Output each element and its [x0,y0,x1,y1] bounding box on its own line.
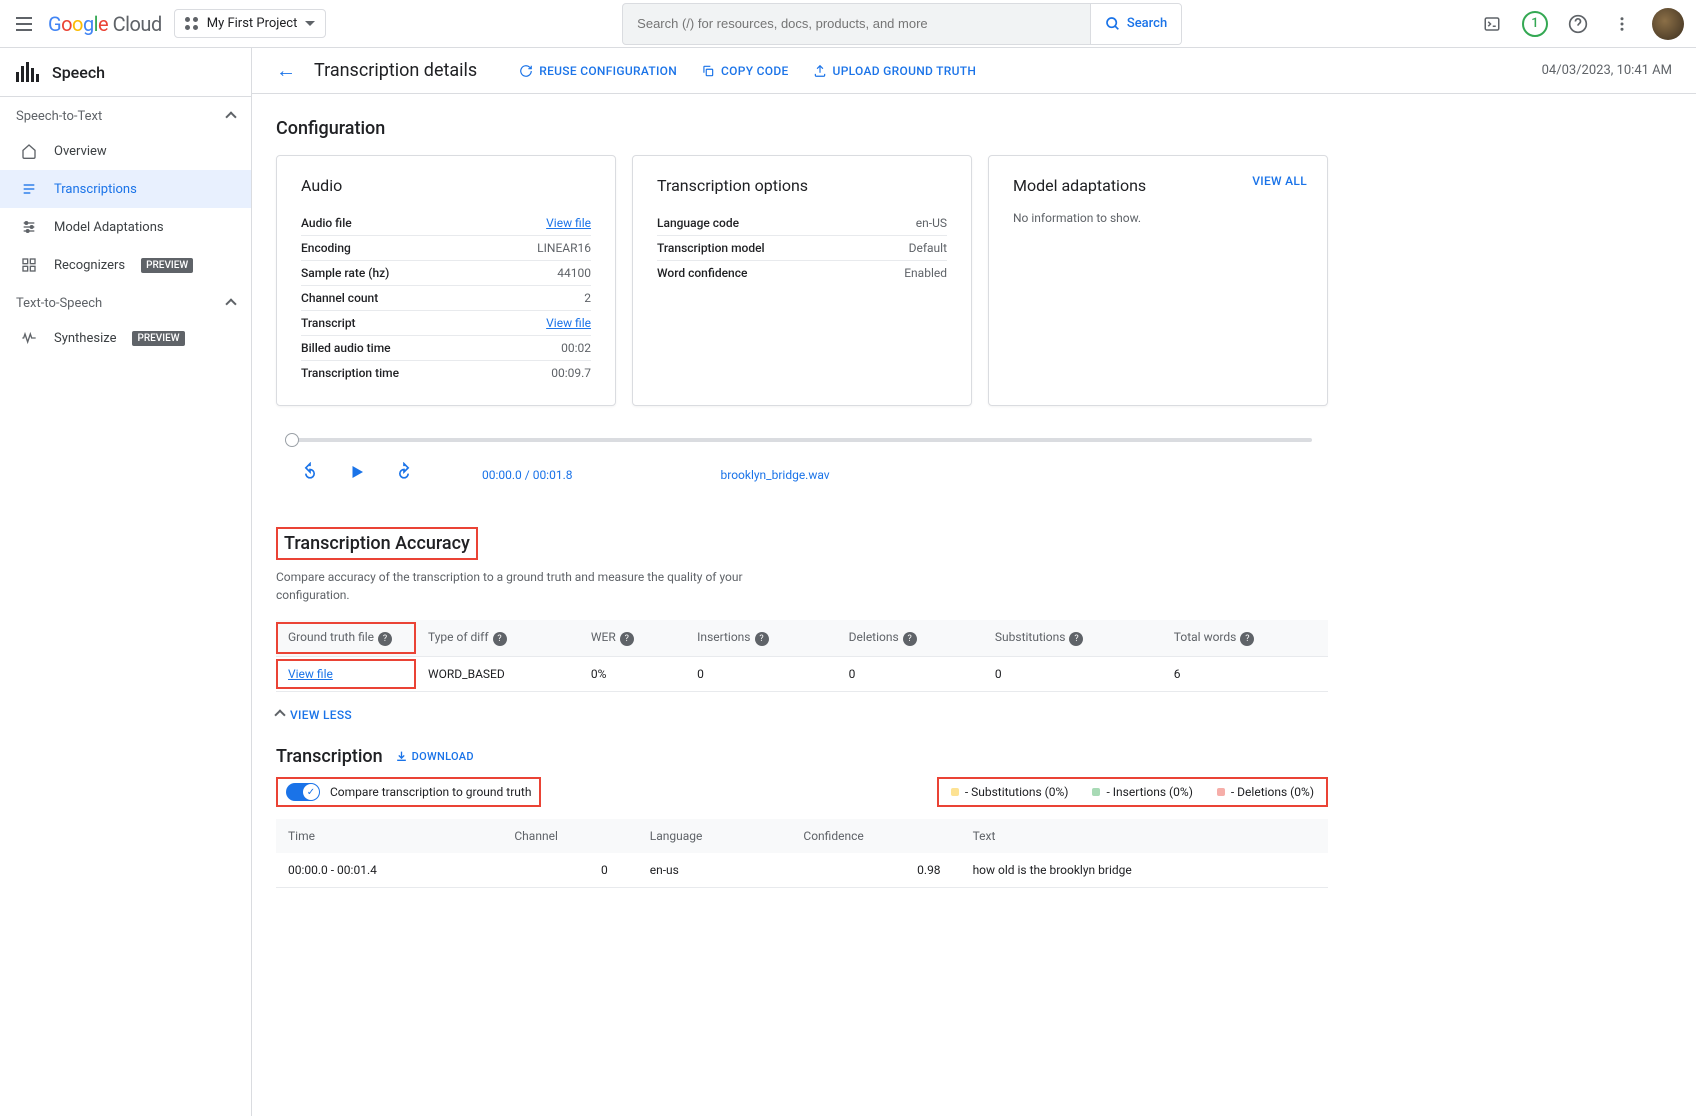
grid-icon [20,256,38,274]
google-cloud-logo[interactable]: Google Cloud [48,12,162,36]
config-title: Configuration [276,118,1328,139]
search-icon [1105,16,1121,32]
adaptations-card: Model adaptations VIEW ALL No informatio… [988,155,1328,406]
upload-icon [813,64,827,78]
search-wrap: Search [338,3,1466,45]
sidebar-section-stt[interactable]: Speech-to-Text [0,97,251,132]
help-icon[interactable]: ? [1240,632,1254,646]
sidebar-item-transcriptions[interactable]: Transcriptions [0,170,251,208]
sidebar-product-header[interactable]: Speech [0,48,251,97]
menu-icon[interactable] [12,12,36,36]
audio-player: 00:00.0 / 00:01.8 brooklyn_bridge.wav [276,438,1328,487]
no-info-text: No information to show. [1013,211,1303,225]
copy-code-button[interactable]: COPY CODE [701,64,789,78]
sidebar-section-tts[interactable]: Text-to-Speech [0,284,251,319]
project-icon [185,17,199,31]
play-icon[interactable] [348,463,366,486]
wave-icon [20,329,38,347]
accuracy-desc: Compare accuracy of the transcription to… [276,568,776,604]
legend-del: - Deletions (0%) [1217,785,1314,799]
player-thumb[interactable] [285,433,299,447]
download-button[interactable]: DOWNLOAD [395,750,474,763]
accuracy-title-highlight: Transcription Accuracy [276,527,478,560]
gt-header-highlight: Ground truth file? [276,622,416,654]
ground-truth-link[interactable]: View file [288,667,333,681]
compare-toggle-highlight: Compare transcription to ground truth [276,777,541,807]
page-title: Transcription details [314,60,477,81]
options-card-title: Transcription options [657,176,947,195]
project-picker[interactable]: My First Project [174,9,327,38]
sidebar-item-synthesize[interactable]: Synthesize PREVIEW [0,319,251,357]
options-card: Transcription options Language codeen-US… [632,155,972,406]
help-icon[interactable]: ? [378,632,392,646]
chevron-up-icon [274,709,285,720]
caret-down-icon [305,21,315,26]
avatar[interactable] [1652,8,1684,40]
help-icon[interactable]: ? [903,632,917,646]
table-row: 00:00.0 - 00:01.4 0 en-us 0.98 how old i… [276,853,1328,888]
transcription-table: Time Channel Language Confidence Text 00… [276,819,1328,888]
content: ← Transcription details REUSE CONFIGURAT… [252,48,1696,1116]
search-input[interactable] [623,6,1090,41]
chevron-up-icon [225,298,236,309]
home-icon [20,142,38,160]
legend-ins: - Insertions (0%) [1092,785,1192,799]
audio-file-link[interactable]: View file [546,216,591,230]
download-icon [395,750,408,763]
accuracy-title: Transcription Accuracy [284,533,470,554]
speech-icon [16,62,40,82]
accuracy-table: Ground truth file? Type of diff? WER? In… [276,620,1328,692]
topbar-right: 1 [1478,8,1684,40]
help-icon[interactable]: ? [755,632,769,646]
search-box: Search [622,3,1182,45]
sidebar-item-overview[interactable]: Overview [0,132,251,170]
page-header: ← Transcription details REUSE CONFIGURAT… [252,48,1696,94]
audio-card-title: Audio [301,176,591,195]
sidebar: Speech Speech-to-Text Overview Transcrip… [0,48,252,1116]
help-icon[interactable]: ? [620,632,634,646]
player-track[interactable] [292,438,1312,442]
compare-toggle[interactable] [286,783,320,801]
player-time: 00:00.0 / 00:01.8 [482,468,573,482]
help-icon[interactable]: ? [1069,632,1083,646]
tune-icon [20,218,38,236]
replay-back-icon[interactable] [300,462,320,487]
list-icon [20,180,38,198]
preview-badge: PREVIEW [132,331,184,346]
compare-label: Compare transcription to ground truth [330,785,531,799]
copy-icon [701,64,715,78]
cloud-shell-icon[interactable] [1478,10,1506,38]
upload-ground-truth-button[interactable]: UPLOAD GROUND TRUTH [813,64,977,78]
preview-badge: PREVIEW [141,258,193,273]
replay-forward-icon[interactable] [394,462,414,487]
transcription-title: Transcription [276,746,383,767]
view-less-button[interactable]: VIEW LESS [276,708,1328,722]
transcript-link[interactable]: View file [546,316,591,330]
legend-sub: - Substitutions (0%) [951,785,1069,799]
chevron-up-icon [225,111,236,122]
sidebar-item-model-adaptations[interactable]: Model Adaptations [0,208,251,246]
reuse-config-button[interactable]: REUSE CONFIGURATION [519,64,677,78]
help-icon[interactable]: ? [493,632,507,646]
notifications-badge[interactable]: 1 [1522,11,1548,37]
player-filename: brooklyn_bridge.wav [721,468,830,482]
timestamp: 04/03/2023, 10:41 AM [1542,63,1672,78]
gt-cell-highlight: View file [276,659,416,689]
back-arrow-icon[interactable]: ← [276,58,296,83]
table-row: View file WORD_BASED 0% 0 0 0 6 [276,657,1328,692]
topbar: Google Cloud My First Project Search 1 [0,0,1696,48]
search-button[interactable]: Search [1090,4,1181,44]
more-icon[interactable] [1608,10,1636,38]
project-name: My First Project [207,16,298,31]
help-icon[interactable] [1564,10,1592,38]
refresh-icon [519,64,533,78]
sidebar-item-recognizers[interactable]: Recognizers PREVIEW [0,246,251,284]
view-all-button[interactable]: VIEW ALL [1252,174,1307,188]
audio-card: Audio Audio fileView file EncodingLINEAR… [276,155,616,406]
legend-highlight: - Substitutions (0%) - Insertions (0%) -… [937,777,1328,807]
